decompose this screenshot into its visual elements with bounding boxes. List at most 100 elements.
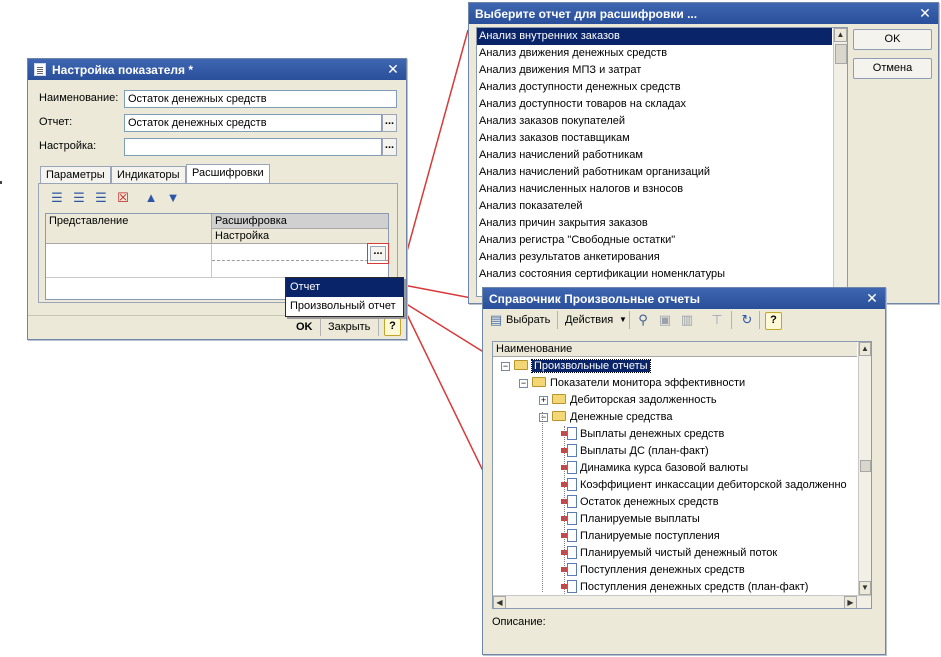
help-button[interactable]: ? <box>384 318 401 336</box>
description-label: Описание: <box>492 616 546 628</box>
settings-title: Настройка показателя * <box>52 62 194 77</box>
list-item[interactable]: Анализ состояния сертификации номенклату… <box>477 266 832 283</box>
tree-horizontal-scrollbar[interactable]: ◀ ▶ <box>493 595 871 608</box>
cancel-button[interactable]: Отмена <box>853 58 932 79</box>
tree-item-label: Денежные средства <box>570 411 673 423</box>
select-icon[interactable]: ▤ <box>488 312 504 328</box>
tree-item-label: Коэффициент инкассации дебиторской задол… <box>580 479 847 491</box>
filter-icon[interactable]: ⚲ <box>635 312 651 328</box>
delete-row-icon[interactable]: ☒ <box>115 190 131 206</box>
ok-button[interactable]: OK <box>296 317 313 337</box>
menu-item-report[interactable]: Отчет <box>286 278 403 297</box>
collapse-icon[interactable]: − <box>501 362 510 371</box>
tree-folder-row[interactable]: − Денежные средства <box>539 409 672 426</box>
settings-titlebar: Настройка показателя * ✕ <box>28 59 406 80</box>
select-report-titlebar: Выберите отчет для расшифровки ... ✕ <box>469 3 938 24</box>
report-list-scrollbar[interactable]: ▲ <box>833 28 847 296</box>
collapse-icon[interactable]: − <box>519 379 528 388</box>
drilldown-select-button[interactable]: ... <box>367 243 389 264</box>
tree-item-label: Остаток денежных средств <box>580 496 719 508</box>
toolbar-separator <box>557 311 558 329</box>
actions-menu[interactable]: Действия <box>565 310 613 330</box>
close-icon[interactable]: ✕ <box>865 291 879 306</box>
grid-cell-drilldown[interactable] <box>212 244 388 261</box>
list-item[interactable]: Анализ внутренних заказов <box>477 28 832 45</box>
tree-vertical-scrollbar[interactable]: ▲ ▼ <box>858 342 871 595</box>
grid-cell-presentation[interactable] <box>46 244 212 278</box>
list-item[interactable]: Анализ результатов анкетирования <box>477 249 832 266</box>
tree-report-row[interactable]: Планируемые выплаты <box>561 511 700 528</box>
list-item[interactable]: Анализ начислений работникам организаций <box>477 164 832 181</box>
tree-item-label: Произвольные отчеты <box>531 359 651 373</box>
tree-report-row[interactable]: Динамика курса базовой валюты <box>561 460 748 477</box>
scroll-down-icon[interactable]: ▼ <box>859 581 871 595</box>
tree-folder-row[interactable]: + Дебиторская задолженность <box>539 392 717 409</box>
ok-button[interactable]: OK <box>853 29 932 50</box>
type-popup-menu: Отчет Произвольный отчет <box>285 277 404 317</box>
tree-report-row[interactable]: Выплаты денежных средств <box>561 426 724 443</box>
select-button[interactable]: Выбрать <box>506 310 550 330</box>
list-item[interactable]: Анализ причин закрытия заказов <box>477 215 832 232</box>
tree-item-label: Планируемые поступления <box>580 530 720 542</box>
grid-cell-setting[interactable] <box>212 261 388 278</box>
list-item[interactable]: Анализ показателей <box>477 198 832 215</box>
scroll-up-icon[interactable]: ▲ <box>859 342 871 356</box>
refresh-icon[interactable]: ↻ <box>739 312 755 328</box>
grid-header-presentation: Представление <box>46 214 212 244</box>
tree-report-row[interactable]: Остаток денежных средств <box>561 494 719 511</box>
list-item[interactable]: Анализ начислений работникам <box>477 147 832 164</box>
list-item[interactable]: Анализ движения МПЗ и затрат <box>477 62 832 79</box>
copy-icon[interactable]: ▣ <box>657 312 673 328</box>
tree-item-label: Динамика курса базовой валюты <box>580 462 749 474</box>
tab-indicators[interactable]: Индикаторы <box>111 166 186 183</box>
scroll-up-icon[interactable]: ▲ <box>834 28 847 42</box>
list-item[interactable]: Анализ доступности товаров на складах <box>477 96 832 113</box>
name-field[interactable]: Остаток денежных средств <box>124 90 397 108</box>
setting-select-button[interactable]: ... <box>382 138 397 156</box>
tree-item-label: Планируемый чистый денежный поток <box>580 547 778 559</box>
list-item[interactable]: Анализ начисленных налогов и взносов <box>477 181 832 198</box>
close-icon[interactable]: ✕ <box>386 62 400 77</box>
list-item[interactable]: Анализ заказов покупателей <box>477 113 832 130</box>
tree-report-row[interactable]: Поступления денежных средств <box>561 562 745 579</box>
scroll-left-icon[interactable]: ◀ <box>493 596 506 608</box>
tab-parameters[interactable]: Параметры <box>40 166 111 183</box>
tree-folder-row[interactable]: − Показатели монитора эффективности <box>519 375 745 392</box>
scroll-thumb[interactable] <box>835 44 847 64</box>
select-report-window: Выберите отчет для расшифровки ... ✕ Ана… <box>468 2 939 304</box>
edit-row-icon[interactable]: ☰ <box>93 190 109 206</box>
scroll-right-icon[interactable]: ▶ <box>844 596 857 608</box>
tree-report-row[interactable]: Поступления денежных средств (план-факт) <box>561 579 808 596</box>
close-button[interactable]: Закрыть <box>328 317 370 337</box>
add-child-icon[interactable]: ☰ <box>71 190 87 206</box>
setting-field[interactable] <box>124 138 382 156</box>
scroll-thumb[interactable] <box>860 460 871 472</box>
tab-drilldowns[interactable]: Расшифровки <box>186 164 270 183</box>
tree-report-row[interactable]: Коэффициент инкассации дебиторской задол… <box>561 477 847 494</box>
catalog-titlebar: Справочник Произвольные отчеты ✕ <box>483 288 885 309</box>
catalog-tree: Наименование − Произвольные отчеты − Показа… <box>492 341 872 609</box>
footer-separator-2 <box>378 318 379 336</box>
paste-icon[interactable]: ▥ <box>679 312 695 328</box>
move-down-icon[interactable]: ▼ <box>165 190 181 206</box>
close-icon[interactable]: ✕ <box>918 6 932 21</box>
list-item[interactable]: Анализ движения денежных средств <box>477 45 832 62</box>
list-item[interactable]: Анализ доступности денежных средств <box>477 79 832 96</box>
help-button[interactable]: ? <box>765 312 782 330</box>
list-item[interactable]: Анализ заказов поставщикам <box>477 130 832 147</box>
tree-report-row[interactable]: Выплаты ДС (план-факт) <box>561 443 709 460</box>
move-up-icon[interactable]: ▲ <box>143 190 159 206</box>
tree-folder-row[interactable]: − Произвольные отчеты <box>501 358 651 375</box>
menu-item-custom-report[interactable]: Произвольный отчет <box>286 297 403 316</box>
tree-guide-line <box>542 412 543 592</box>
clear-filter-icon[interactable]: ⊤ <box>709 312 725 328</box>
collapse-icon[interactable]: − <box>539 413 548 422</box>
report-label: Отчет: <box>39 116 73 128</box>
list-item[interactable]: Анализ регистра "Свободные остатки" <box>477 232 832 249</box>
expand-icon[interactable]: + <box>539 396 548 405</box>
tree-report-row[interactable]: Планируемые поступления <box>561 528 720 545</box>
tree-report-row[interactable]: Планируемый чистый денежный поток <box>561 545 777 562</box>
add-row-icon[interactable]: ☰ <box>49 190 65 206</box>
report-field[interactable]: Остаток денежных средств <box>124 114 382 132</box>
report-select-button[interactable]: ... <box>382 114 397 132</box>
